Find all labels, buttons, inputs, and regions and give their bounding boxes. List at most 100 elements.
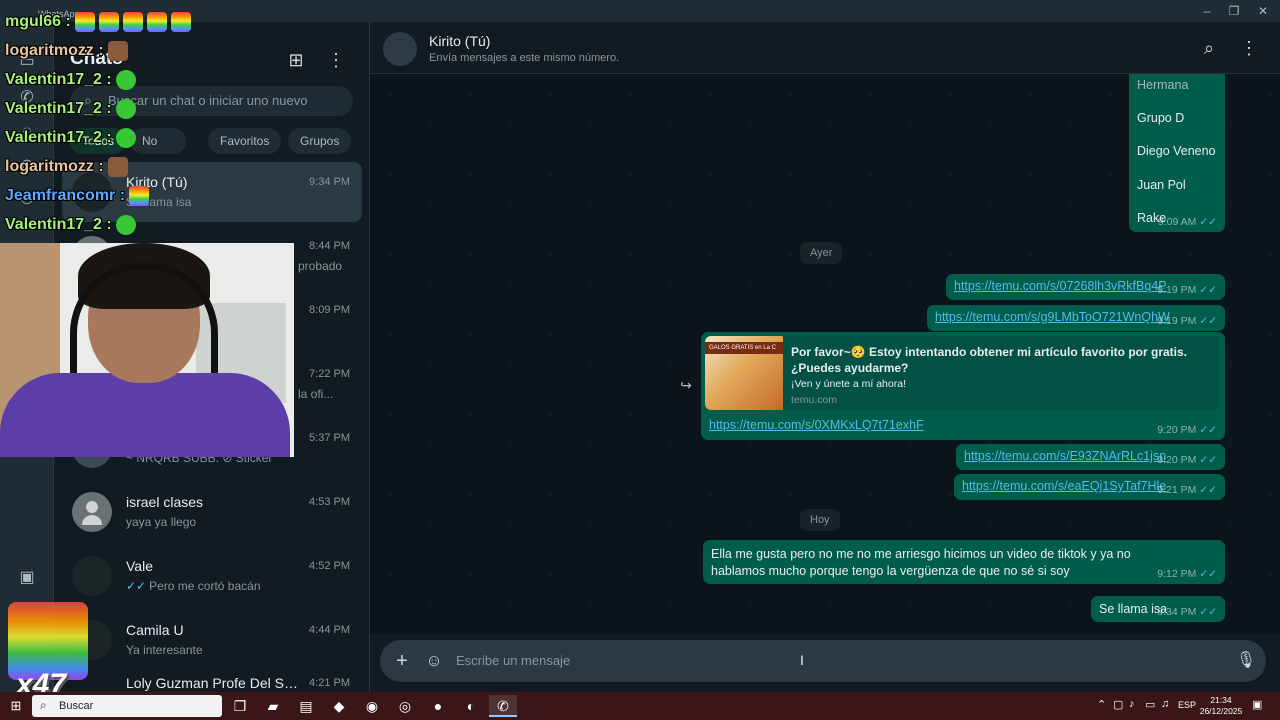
message-bubble-text[interactable]: Ella me gusta pero no me no me arriesgo … xyxy=(703,540,1225,584)
notes-app-icon[interactable]: ▤ xyxy=(292,695,320,717)
communities-icon[interactable]: ⚇ xyxy=(17,190,37,210)
message-input[interactable]: Escribe un mensaje xyxy=(456,653,570,668)
composer-box[interactable]: + ☺ Escribe un mensaje 🎙 xyxy=(380,640,1266,682)
chip-grupos[interactable]: Grupos xyxy=(288,128,352,154)
avatar xyxy=(72,556,112,596)
attach-plus-icon[interactable]: + xyxy=(390,649,414,673)
spotify-icon[interactable]: ● xyxy=(424,695,452,717)
read-tick-icon: ✓✓ xyxy=(1199,454,1217,466)
message-link[interactable]: https://temu.com/s/0XMKxLQ7t71exhF xyxy=(709,418,924,432)
read-tick-icon: ✓✓ xyxy=(1199,315,1217,327)
menu-icon[interactable]: ⋮ xyxy=(324,48,348,72)
chrome-icon[interactable]: ◉ xyxy=(358,695,386,717)
message-time: 9:19 PM xyxy=(1157,284,1197,296)
file-explorer-icon[interactable]: ▰ xyxy=(259,695,287,717)
list-item: Juan Pol xyxy=(1137,178,1186,192)
chat-preview: Ya interesante xyxy=(126,643,203,657)
link-preview-domain: temu.com xyxy=(791,394,838,406)
message-link[interactable]: https://temu.com/s/E93ZNArRLc1jsn xyxy=(964,449,1166,463)
chip-no-leidos[interactable]: No leídos xyxy=(130,128,187,174)
contact-subtitle: Envía mensajes a este mismo número. xyxy=(429,52,620,64)
search-messages-icon[interactable]: ⌕ xyxy=(1197,36,1221,60)
message-text: Ella me gusta pero no me no me arriesgo … xyxy=(711,547,1131,578)
forward-icon[interactable]: ↪ xyxy=(675,374,697,396)
message-time: 9:09 AM xyxy=(1157,216,1197,228)
task-view-icon[interactable]: ❐ xyxy=(226,695,254,717)
search-icon: ⌕ xyxy=(84,92,92,108)
windows-start-icon[interactable]: ⊞ xyxy=(8,698,24,714)
language-indicator[interactable]: ESP xyxy=(1178,700,1196,710)
conversation-menu-icon[interactable]: ⋮ xyxy=(1237,36,1261,60)
whatsapp-icon[interactable]: ✆ xyxy=(489,695,517,717)
message-time: 9:20 PM xyxy=(1157,454,1197,466)
media-icon[interactable]: ▣ xyxy=(17,568,37,588)
calls-icon[interactable]: ✆ xyxy=(17,88,37,108)
message-link[interactable]: https://temu.com/s/07268lh3vRkfBq4P xyxy=(954,279,1167,293)
minimize-button[interactable]: – xyxy=(1192,2,1222,20)
chats-icon[interactable]: ▭ xyxy=(17,52,37,72)
message-time: 9:21 PM xyxy=(1157,484,1197,496)
chip-todos[interactable]: Todos xyxy=(70,128,127,154)
message-bubble-text[interactable]: Se llama isa 9:34 PM ✓✓ xyxy=(1091,596,1225,622)
clock-time: 21:34 xyxy=(1210,695,1232,705)
tray-volume-icon[interactable]: ♫ xyxy=(1161,698,1169,710)
browser-icon[interactable]: ◎ xyxy=(391,695,419,717)
composer-bar: + ☺ Escribe un mensaje 🎙 xyxy=(370,634,1280,692)
message-meta: 9:20 PM ✓✓ xyxy=(1157,424,1217,436)
chat-preview: ✓✓ Pero me cortó bacán xyxy=(126,579,346,593)
webcam-overlay xyxy=(0,243,294,457)
message-bubble-preview[interactable]: GALOS GRATIS en La C Por favor~🥺 Estoy i… xyxy=(701,332,1225,440)
link-preview-card[interactable]: GALOS GRATIS en La C Por favor~🥺 Estoy i… xyxy=(705,336,1219,410)
contact-avatar[interactable] xyxy=(383,32,417,66)
message-bubble-link[interactable]: https://temu.com/s/g9LMbToO721WnQhW 9:19… xyxy=(927,305,1225,331)
message-link[interactable]: https://temu.com/s/eaEQj1SyTaf7Hle xyxy=(962,479,1166,493)
message-bubble-link[interactable]: https://temu.com/s/eaEQj1SyTaf7Hle 9:21 … xyxy=(954,474,1225,500)
taskbar-search-text: Buscar xyxy=(59,700,94,712)
sticker-icon[interactable]: ☺ xyxy=(422,649,446,673)
clock-date: 26/12/2025 xyxy=(1199,706,1243,716)
chat-item-vale[interactable]: Vale 4:52 PM ✓✓ Pero me cortó bacán xyxy=(62,546,362,606)
list-item: Diego Veneno xyxy=(1137,144,1216,158)
tray-network-icon[interactable]: ▭ xyxy=(1145,698,1155,711)
tray-chevron-icon[interactable]: ⌃ xyxy=(1097,698,1106,711)
chat-item-camila-u[interactable]: Camila U 4:44 PM Ya interesante xyxy=(62,610,362,670)
tray-mic-icon[interactable]: ♪ xyxy=(1129,698,1135,710)
chat-item-israel-clases[interactable]: israel clases 4:53 PM yaya ya llego xyxy=(62,482,362,542)
read-tick-icon: ✓✓ xyxy=(1199,284,1217,296)
tray-app-icon[interactable]: ▢ xyxy=(1113,698,1123,711)
system-clock[interactable]: 21:34 26/12/2025 xyxy=(1196,695,1246,717)
app-icon[interactable]: ◆ xyxy=(325,695,353,717)
message-bubble-link[interactable]: https://temu.com/s/07268lh3vRkfBq4P 9:19… xyxy=(946,274,1225,300)
maximize-button[interactable]: ❐ xyxy=(1219,2,1249,20)
chip-favoritos[interactable]: Favoritos xyxy=(208,128,282,154)
message-time: 9:20 PM xyxy=(1157,424,1197,436)
search-box[interactable]: ⌕ Buscar un chat o iniciar uno nuevo xyxy=(70,86,353,116)
chat-time: 4:52 PM xyxy=(309,560,350,572)
chat-time: 7:22 PM xyxy=(309,368,350,380)
microphone-icon[interactable]: 🎙 xyxy=(1234,649,1258,673)
channels-icon[interactable]: ◍ xyxy=(17,156,37,176)
chat-name: Camila U xyxy=(126,622,184,638)
new-chat-icon[interactable]: ⊞ xyxy=(284,48,308,72)
contact-name[interactable]: Kirito (Tú) xyxy=(429,33,490,49)
notifications-icon[interactable]: ▣ xyxy=(1252,698,1262,711)
message-bubble-link[interactable]: https://temu.com/s/E93ZNArRLc1jsn 9:20 P… xyxy=(956,444,1225,470)
search-icon: ⌕ xyxy=(40,698,47,712)
conversation-header[interactable]: Kirito (Tú) Envía mensajes a este mismo … xyxy=(370,22,1280,74)
search-input[interactable]: Buscar un chat o iniciar uno nuevo xyxy=(108,93,307,108)
preview-image-banner: GALOS GRATIS en La C xyxy=(705,342,783,354)
message-bubble-list[interactable]: Hermana Grupo D Diego Veneno Juan Pol Ra… xyxy=(1129,74,1225,232)
link-preview-description: ¡Ven y únete a mí ahora! xyxy=(791,378,906,390)
close-button[interactable]: ✕ xyxy=(1248,2,1278,20)
taskbar-search[interactable]: ⌕ Buscar xyxy=(32,695,222,717)
read-tick-icon: ✓✓ xyxy=(1199,568,1217,580)
chat-item-loly-guzman[interactable]: Loly Guzman Profe Del Sen... 4:21 PM xyxy=(62,674,362,692)
avatar xyxy=(72,172,112,212)
message-link[interactable]: https://temu.com/s/g9LMbToO721WnQhW xyxy=(935,310,1170,324)
list-item: Grupo D xyxy=(1137,111,1185,125)
chat-name: Vale xyxy=(126,558,153,574)
chat-name: israel clases xyxy=(126,494,204,510)
status-icon[interactable]: ◌ xyxy=(17,122,37,142)
chat-item-kirito[interactable]: Kirito (Tú) 9:34 PM Se llama isa xyxy=(62,162,362,222)
discord-icon[interactable]: ◐ xyxy=(457,695,485,717)
